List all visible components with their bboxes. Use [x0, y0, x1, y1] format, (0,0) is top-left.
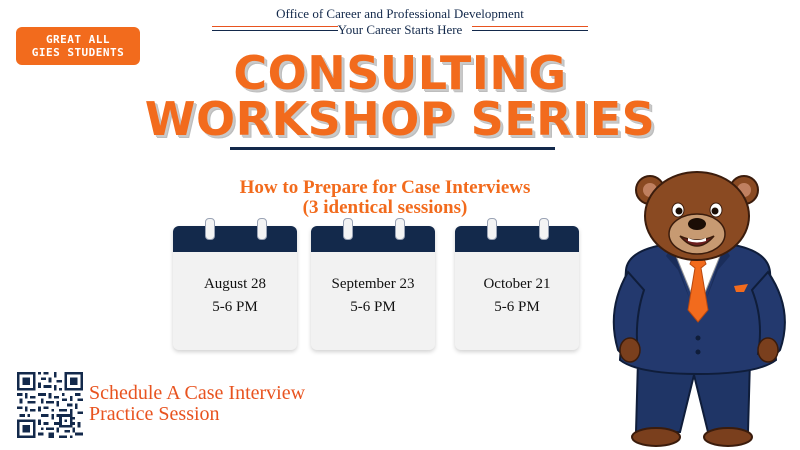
page-title: CONSULTING WORKSHOP SERIES [100, 50, 700, 142]
subtitle-line-2: (3 identical sessions) [302, 197, 468, 218]
calendar-ring-icon [539, 218, 549, 240]
session-card: September 23 5-6 PM [311, 218, 435, 350]
session-card: October 21 5-6 PM [455, 218, 579, 350]
qr-code-icon[interactable] [17, 372, 83, 438]
tagline-rule-right-orange [472, 26, 588, 27]
session-time: 5-6 PM [350, 299, 396, 315]
calendar-header [455, 226, 579, 252]
calendar-ring-icon [343, 218, 353, 240]
calendar-ring-icon [395, 218, 405, 240]
badge-line-1: GREAT ALL [45, 33, 111, 46]
qr-caption-line-1: Schedule A Case Interview [89, 382, 306, 404]
calendar-ring-icon [257, 218, 267, 240]
session-time: 5-6 PM [212, 299, 258, 315]
qr-caption-line-2: Practice Session [89, 403, 220, 425]
session-date: October 21 [483, 276, 551, 292]
title-line-2: WORKSHOP SERIES [144, 92, 656, 146]
calendar-ring-icon [487, 218, 497, 240]
office-name: Office of Career and Professional Develo… [276, 6, 524, 21]
subtitle-line-1: How to Prepare for Case Interviews [239, 177, 531, 198]
calendar-ring-icon [205, 218, 215, 240]
bear-mascot-icon [612, 171, 786, 447]
title-line-1: CONSULTING [233, 46, 567, 100]
session-card: August 28 5-6 PM [173, 218, 297, 350]
title-underline [230, 147, 555, 150]
qr-caption[interactable]: Schedule A Case Interview Practice Sessi… [89, 383, 305, 425]
workshop-subtitle: How to Prepare for Case Interviews (3 id… [140, 178, 630, 218]
session-date: September 23 [331, 276, 415, 292]
tagline-rule-right-navy [472, 30, 588, 31]
session-time: 5-6 PM [494, 299, 540, 315]
calendar-header [311, 226, 435, 252]
session-date: August 28 [203, 276, 267, 292]
calendar-header [173, 226, 297, 252]
